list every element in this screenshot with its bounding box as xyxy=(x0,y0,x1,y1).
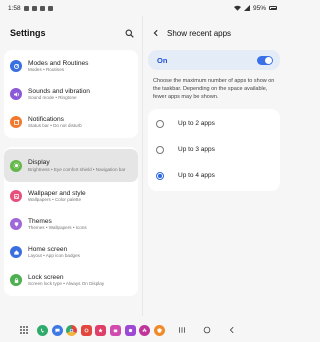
themes-icon xyxy=(10,218,22,230)
home-button-icon[interactable] xyxy=(203,326,211,334)
item-subtitle: Layout • App icon badges xyxy=(28,253,80,259)
notification-status-icon xyxy=(23,5,29,11)
radio-button-selected[interactable] xyxy=(156,171,164,180)
item-title: Notifications xyxy=(28,115,64,123)
settings-header: Settings xyxy=(0,16,142,50)
item-title: Themes xyxy=(28,217,52,225)
wallpaper-icon xyxy=(10,190,22,202)
navigation-bar xyxy=(178,326,236,334)
photos-app-icon[interactable] xyxy=(124,324,136,336)
detail-header: Show recent apps xyxy=(148,16,280,50)
item-text: Lock screen Screen lock type • Always On… xyxy=(28,274,104,287)
settings-item-notifications[interactable]: Notifications Status bar • Do not distur… xyxy=(4,108,138,136)
display-icon xyxy=(10,159,22,172)
battery-percent: 95% xyxy=(252,4,266,12)
item-title: Modes and Routines xyxy=(28,59,89,67)
status-left: 1:58 xyxy=(8,5,53,12)
option-label: Up to 3 apps xyxy=(178,146,215,154)
item-title: Display xyxy=(28,159,50,167)
lock-icon xyxy=(10,274,22,286)
item-text: Modes and Routines Modes • Routines xyxy=(28,60,88,73)
app-count-options: Up to 2 apps Up to 3 apps Up to 4 apps xyxy=(148,108,280,191)
cloud-status-icon xyxy=(47,5,53,11)
settings-group-1: Modes and Routines Modes • Routines Soun… xyxy=(4,50,138,138)
back-arrow-icon[interactable] xyxy=(152,29,160,37)
show-recent-apps-toggle-row[interactable]: On xyxy=(148,50,280,70)
status-time: 1:58 xyxy=(8,4,21,12)
item-text: Display Brightness • Eye comfort shield … xyxy=(28,159,125,172)
settings-item-lock-screen[interactable]: Lock screen Screen lock type • Always On… xyxy=(4,266,138,294)
notification-icon xyxy=(10,116,22,128)
item-subtitle: Status bar • Do not disturb xyxy=(28,123,82,129)
show-recent-apps-switch[interactable] xyxy=(257,55,273,65)
radio-button[interactable] xyxy=(156,145,164,154)
settings-item-home-screen[interactable]: Home screen Layout • App icon badges xyxy=(4,238,138,266)
item-title: Sounds and vibration xyxy=(28,87,90,95)
gallery-app-icon[interactable] xyxy=(95,324,107,336)
battery-icon xyxy=(269,6,277,10)
shield-app-icon[interactable] xyxy=(153,324,165,336)
taskbar xyxy=(0,318,285,342)
settings-item-themes[interactable]: Themes Themes • Wallpapers • Icons xyxy=(4,210,138,238)
item-subtitle: Sound mode • Ringtone xyxy=(28,95,77,101)
item-subtitle: Screen lock type • Always On Display xyxy=(28,281,105,287)
item-subtitle: Modes • Routines xyxy=(28,67,65,73)
back-button-icon[interactable] xyxy=(228,326,236,334)
settings-item-wallpaper[interactable]: Wallpaper and style Wallpapers • Color p… xyxy=(4,182,138,210)
item-title: Wallpaper and style xyxy=(28,189,86,197)
status-bar: 1:58 95% xyxy=(0,0,285,16)
settings-item-modes[interactable]: Modes and Routines Modes • Routines xyxy=(4,52,138,80)
modes-icon xyxy=(10,60,22,72)
item-title: Lock screen xyxy=(28,273,64,281)
signal-icon xyxy=(243,5,250,11)
settings-item-display[interactable]: Display Brightness • Eye comfort shield … xyxy=(4,149,138,182)
phone-app-icon[interactable] xyxy=(37,324,48,336)
flower-app-icon[interactable] xyxy=(139,324,151,336)
detail-pane: Show recent apps On Choose the maximum n… xyxy=(143,16,285,316)
settings-item-sounds[interactable]: Sounds and vibration Sound mode • Ringto… xyxy=(4,80,138,108)
description-text: Choose the maximum number of apps to sho… xyxy=(153,78,275,100)
camera-app-icon[interactable] xyxy=(80,324,92,336)
item-title: Home screen xyxy=(28,245,68,253)
item-subtitle: Wallpapers • Color palette xyxy=(28,197,82,203)
home-icon xyxy=(10,246,22,258)
option-label: Up to 4 apps xyxy=(178,172,215,180)
recents-icon[interactable] xyxy=(178,326,186,334)
item-text: Home screen Layout • App icon badges xyxy=(28,246,80,259)
option-2-apps[interactable]: Up to 2 apps xyxy=(148,111,280,137)
item-text: Notifications Status bar • Do not distur… xyxy=(28,116,82,129)
page-title: Settings xyxy=(10,28,46,38)
status-right: 95% xyxy=(233,4,277,12)
sound-icon xyxy=(10,88,22,100)
messages-app-icon[interactable] xyxy=(51,324,63,336)
option-label: Up to 2 apps xyxy=(178,120,215,128)
option-4-apps[interactable]: Up to 4 apps xyxy=(148,163,280,189)
wifi-icon xyxy=(233,5,241,11)
media-status-icon xyxy=(39,5,45,11)
item-subtitle: Themes • Wallpapers • Icons xyxy=(28,225,87,231)
item-text: Wallpaper and style Wallpapers • Color p… xyxy=(28,190,86,203)
toggle-label: On xyxy=(157,55,168,65)
radio-button[interactable] xyxy=(156,119,164,128)
item-text: Themes Themes • Wallpapers • Icons xyxy=(28,218,87,231)
option-3-apps[interactable]: Up to 3 apps xyxy=(148,137,280,163)
settings-group-2: Display Brightness • Eye comfort shield … xyxy=(4,147,138,296)
item-text: Sounds and vibration Sound mode • Ringto… xyxy=(28,88,90,101)
store-app-icon[interactable] xyxy=(109,324,121,336)
detail-title: Show recent apps xyxy=(167,28,232,38)
chrome-app-icon[interactable] xyxy=(66,324,78,336)
app-drawer-icon[interactable] xyxy=(20,325,29,335)
search-icon[interactable] xyxy=(125,29,134,38)
settings-list-pane: Settings Modes and Routines Modes • Rout… xyxy=(0,16,142,316)
settings-status-icon xyxy=(31,5,37,11)
item-subtitle: Brightness • Eye comfort shield • Naviga… xyxy=(28,166,126,172)
